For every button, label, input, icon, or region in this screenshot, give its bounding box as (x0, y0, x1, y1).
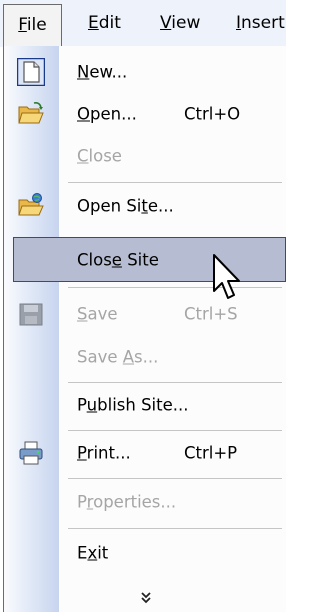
menu-item-save-as-label: Save As... (77, 347, 159, 367)
menu-item-publish-site[interactable]: Publish Site... (4, 385, 286, 425)
menu-file[interactable]: File (3, 4, 62, 47)
menu-item-print-shortcut: Ctrl+P (184, 443, 238, 463)
menu-insert-text-rest: nsert (241, 13, 285, 33)
menu-insert[interactable]: Insert (236, 0, 286, 47)
menu-item-open-shortcut: Ctrl+O (184, 104, 241, 124)
menu-item-open-label: Open... (77, 104, 137, 124)
new-document-icon (17, 58, 45, 86)
menu-item-new-label: New... (77, 62, 128, 82)
open-folder-icon (18, 102, 44, 124)
menu-item-new[interactable]: New... (4, 52, 286, 92)
menu-file-mnemonic: F (18, 15, 27, 35)
menu-item-save[interactable]: Save Ctrl+S (4, 294, 286, 334)
menu-item-save-label: Save (77, 304, 118, 324)
menu-edit[interactable]: Edit (88, 0, 121, 47)
menu-separator (68, 528, 282, 529)
menu-view[interactable]: View (160, 0, 200, 47)
menu-file-text-rest: ile (26, 15, 47, 35)
printer-icon (19, 441, 43, 465)
menu-edit-mnemonic: E (88, 13, 99, 33)
menu-item-close-site[interactable]: Close Site (13, 237, 286, 282)
menu-item-open-site[interactable]: Open Site... (4, 186, 286, 226)
menu-separator (68, 478, 282, 479)
menu-item-close[interactable]: Close (4, 136, 286, 176)
menu-item-print[interactable]: Print... Ctrl+P (4, 433, 286, 473)
menu-view-mnemonic: V (160, 13, 172, 33)
menu-item-print-label: Print... (77, 443, 131, 463)
menu-item-properties[interactable]: Properties... (4, 482, 286, 522)
open-site-folder-icon (18, 193, 44, 216)
menu-item-open-site-label: Open Site... (77, 196, 174, 216)
menu-edit-text-rest: dit (98, 13, 121, 33)
double-chevron-down-icon[interactable] (139, 591, 153, 605)
menu-item-save-shortcut: Ctrl+S (184, 304, 238, 324)
menu-item-exit-label: Exit (77, 543, 109, 563)
menu-separator (68, 287, 282, 288)
menu-item-close-label: Close (77, 146, 122, 166)
menu-bar: File Edit View Insert (0, 0, 286, 47)
menu-item-publish-site-label: Publish Site... (77, 395, 189, 415)
menu-item-exit[interactable]: Exit (4, 533, 286, 573)
mouse-cursor-icon (213, 254, 240, 299)
menu-separator (68, 430, 282, 431)
menu-item-save-as[interactable]: Save As... (4, 337, 286, 377)
menu-item-open[interactable]: Open... Ctrl+O (4, 94, 286, 134)
file-menu-dropdown: New... Open... Ctrl+O Close Open Site...… (3, 46, 286, 612)
menu-item-close-site-label: Close Site (77, 250, 159, 269)
menu-separator (68, 182, 282, 183)
save-disk-icon (19, 303, 43, 326)
menu-view-text-rest: iew (171, 13, 201, 33)
menu-separator (68, 382, 282, 383)
menu-item-properties-label: Properties... (77, 492, 177, 512)
